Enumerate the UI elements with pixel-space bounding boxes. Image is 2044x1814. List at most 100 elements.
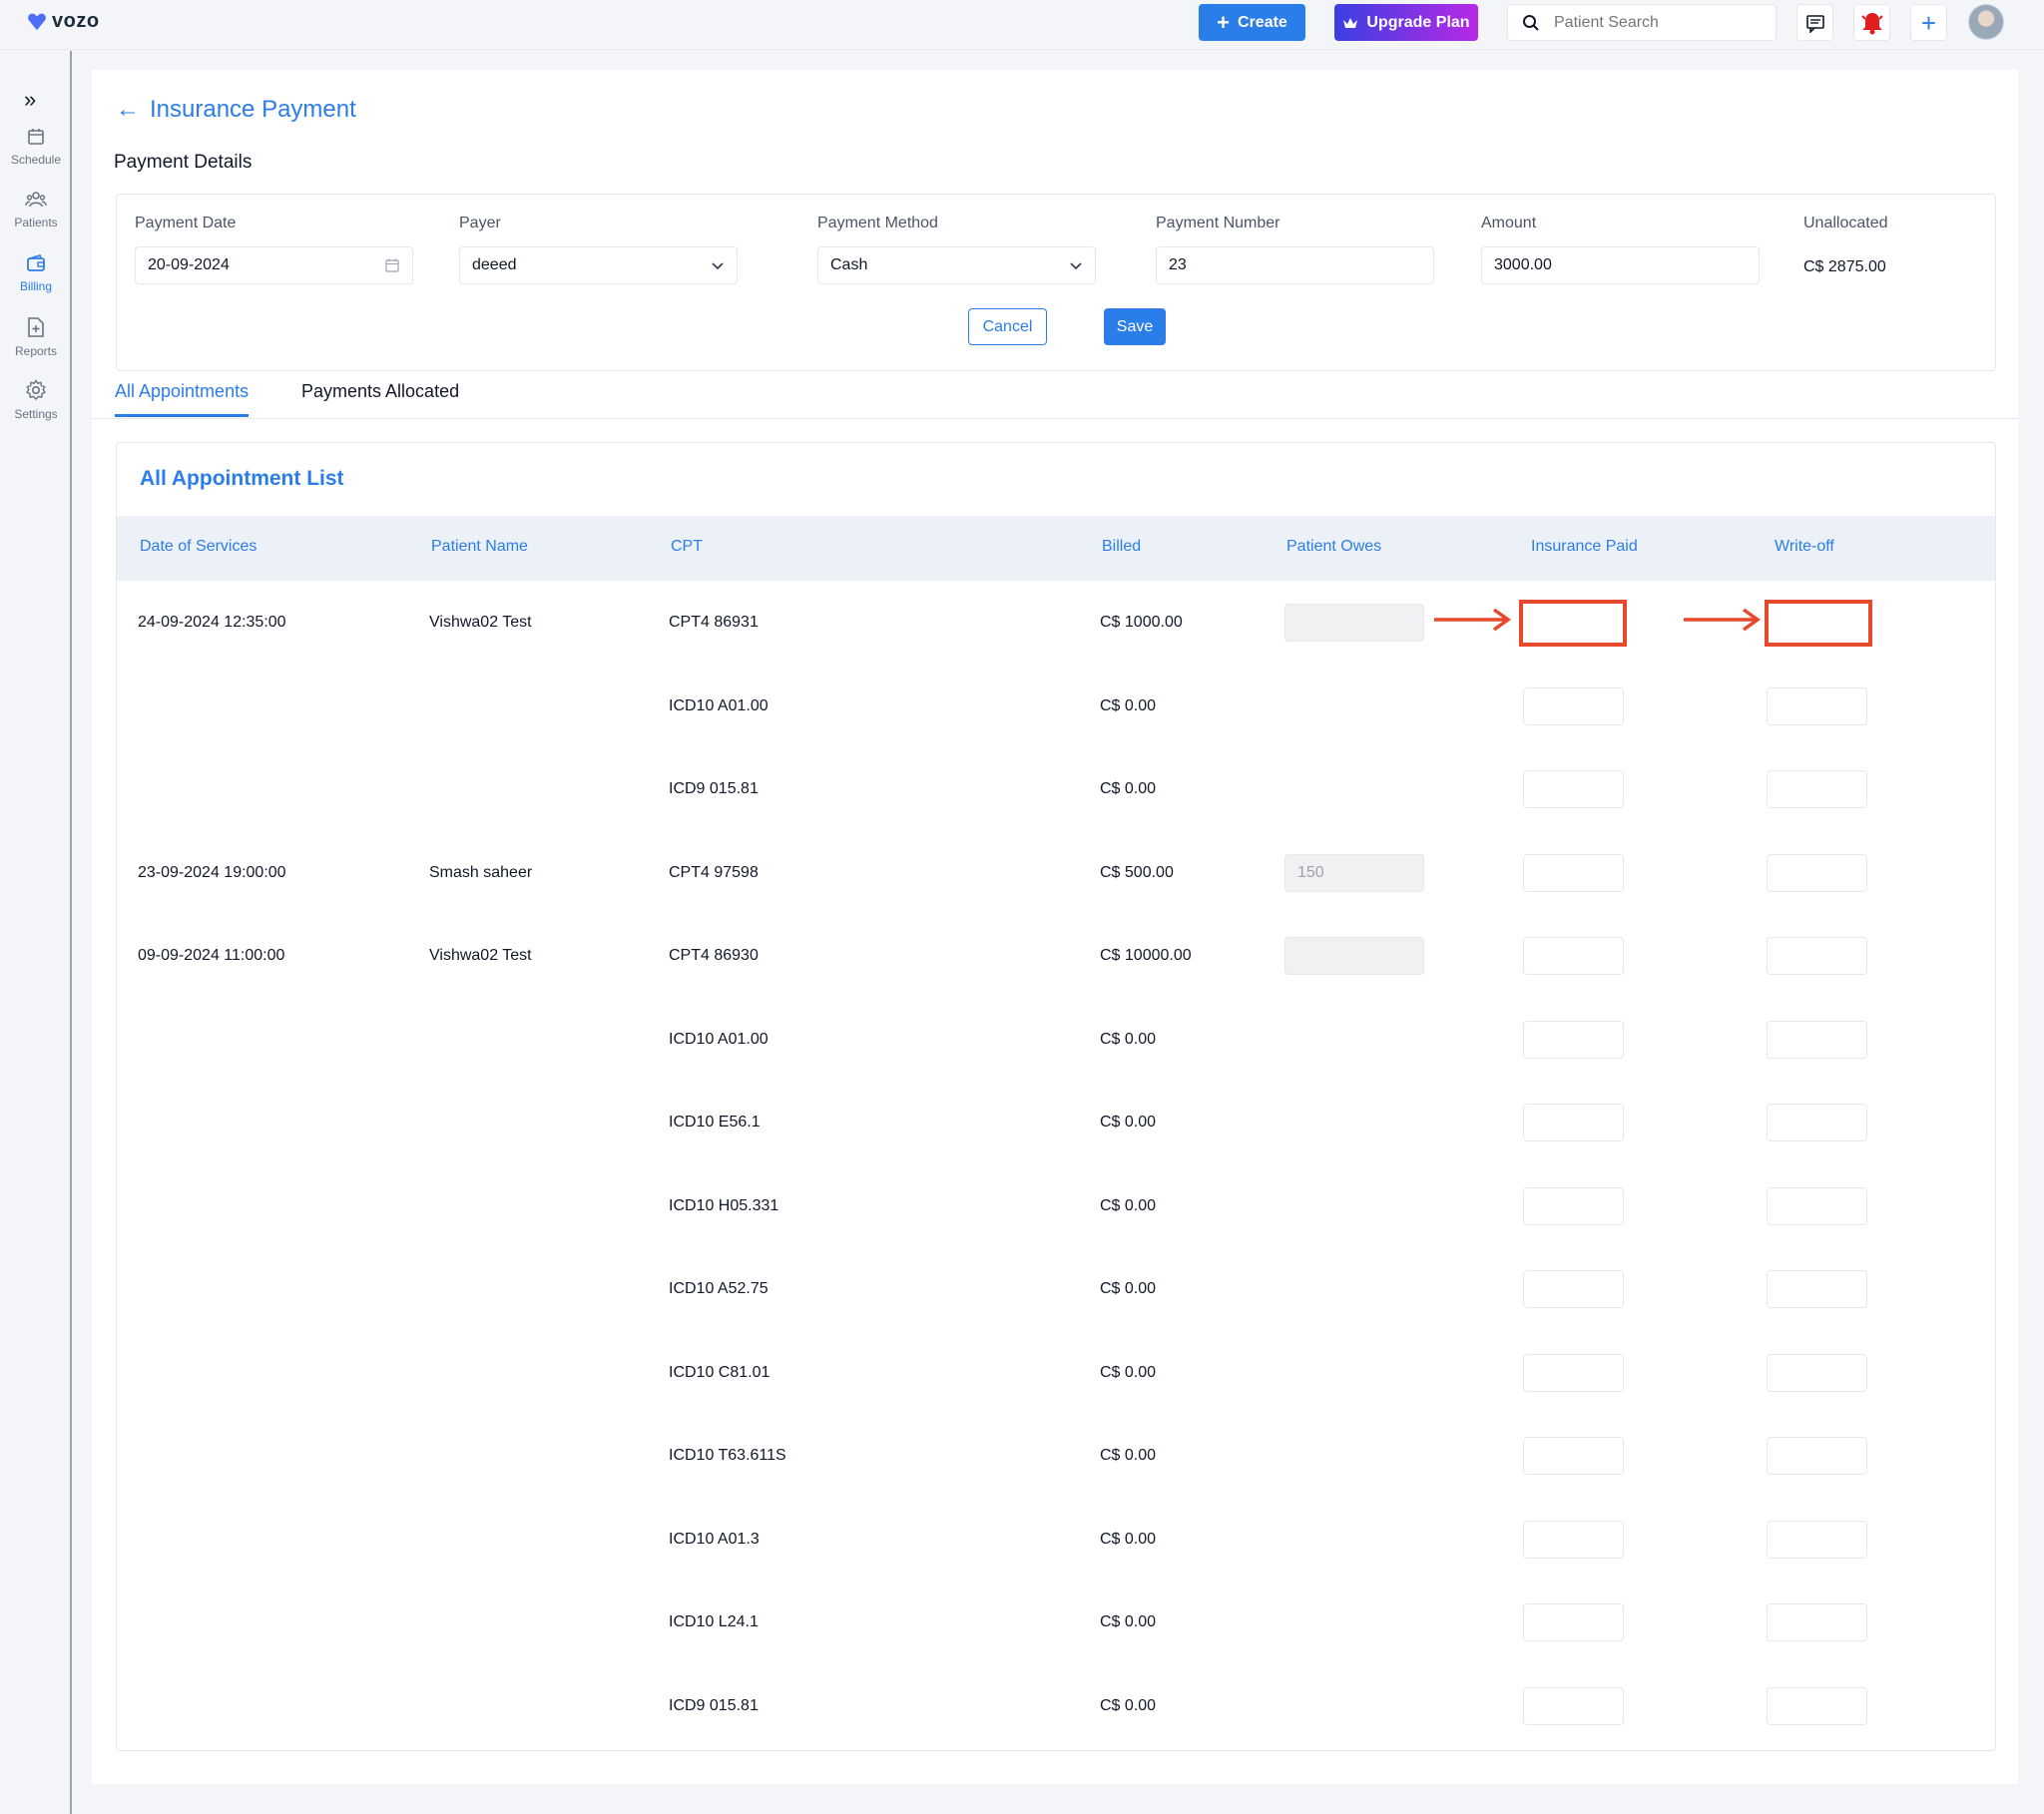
upgrade-plan-button[interactable]: Upgrade Plan (1334, 4, 1478, 41)
patient-search[interactable] (1507, 4, 1777, 41)
plus-icon: + (1920, 7, 1937, 38)
amount-value: 3000.00 (1494, 256, 1552, 273)
sidebar-item-billing[interactable]: Billing (0, 253, 72, 293)
payment-number-value: 23 (1169, 256, 1187, 273)
notifications-button[interactable] (1853, 4, 1890, 41)
payment-details-title: Payment Details (114, 152, 253, 173)
insurance-paid-input[interactable] (1523, 1437, 1624, 1475)
write-off-input[interactable] (1767, 937, 1867, 975)
table-row: 09-09-2024 11:00:00 Vishwa02 Test CPT4 869… (117, 924, 1995, 988)
heart-logo-icon (28, 13, 46, 30)
tab-all-appointments[interactable]: All Appointments (115, 381, 250, 417)
payment-details-form: Payment Date 20-09-2024 Payer deeed Paym… (116, 194, 1996, 371)
unallocated-label: Unallocated (1803, 215, 1888, 231)
patient-search-input[interactable] (1554, 13, 1754, 32)
amount-input[interactable]: 3000.00 (1481, 246, 1760, 284)
table-row: ICD10 A52.75 C$ 0.00 (117, 1257, 1995, 1321)
unallocated-value: C$ 2875.00 (1803, 258, 1886, 275)
insurance-paid-input[interactable] (1523, 1686, 1624, 1725)
column-header-patient: Patient Name (431, 538, 528, 555)
column-header-cpt: CPT (671, 538, 703, 555)
insurance-paid-input[interactable] (1523, 937, 1624, 975)
column-header-insurance-paid: Insurance Paid (1531, 538, 1638, 555)
cpt-code: ICD10 A01.3 (669, 1530, 760, 1548)
patient-name[interactable]: Vishwa02 Test (429, 924, 532, 988)
logo-text: vozo (52, 10, 100, 32)
arrow-right-icon (1432, 607, 1512, 638)
table-row: ICD10 C81.01 C$ 0.00 (117, 1341, 1995, 1405)
payment-date-input[interactable]: 20-09-2024 (135, 246, 413, 284)
insurance-paid-input[interactable] (1523, 1020, 1624, 1059)
tab-payments-allocated[interactable]: Payments Allocated (301, 381, 459, 414)
write-off-input[interactable] (1767, 686, 1867, 725)
plus-icon: + (1217, 9, 1231, 35)
sidebar-item-reports[interactable]: Reports (0, 316, 72, 358)
write-off-input[interactable] (1767, 1353, 1867, 1392)
payment-number-input[interactable]: 23 (1156, 246, 1434, 284)
insurance-paid-input[interactable] (1523, 853, 1624, 892)
write-off-input[interactable] (1767, 770, 1867, 808)
billed-amount: C$ 0.00 (1100, 1447, 1157, 1464)
user-avatar[interactable] (1968, 4, 2004, 40)
write-off-input[interactable] (1767, 1186, 1867, 1225)
patient-owes-value: 150 (1297, 863, 1324, 881)
insurance-paid-input[interactable] (1523, 1104, 1624, 1141)
sidebar-item-schedule[interactable]: Schedule (0, 127, 72, 167)
messages-button[interactable] (1796, 4, 1833, 41)
insurance-paid-input[interactable] (1523, 686, 1624, 725)
write-off-input[interactable] (1767, 1020, 1867, 1059)
billed-amount: C$ 0.00 (1100, 696, 1157, 714)
write-off-input[interactable] (1767, 1603, 1867, 1641)
patient-owes-field (1284, 604, 1424, 642)
back-arrow-icon[interactable]: ← (116, 96, 140, 124)
write-off-input[interactable] (1767, 1270, 1867, 1308)
table-row: ICD10 A01.00 C$ 0.00 (117, 1008, 1995, 1072)
gear-icon (25, 379, 47, 400)
cpt-code: CPT4 97598 (669, 863, 759, 881)
sidebar: » Schedule Patients Billing Reports Sett… (0, 51, 72, 1814)
arrow-right-icon (1682, 607, 1762, 638)
sidebar-item-settings[interactable]: Settings (0, 379, 72, 421)
insurance-paid-input[interactable] (1523, 1520, 1624, 1559)
quick-add-button[interactable]: + (1910, 4, 1947, 41)
appointment-list: All Appointment List Date of Services Pa… (116, 442, 1996, 1751)
sidebar-item-patients[interactable]: Patients (0, 190, 72, 229)
table-row: ICD9 015.81 C$ 0.00 (117, 757, 1995, 821)
payer-value: deeed (472, 256, 517, 273)
wallet-icon (27, 254, 45, 271)
payment-method-select[interactable]: Cash (817, 246, 1096, 284)
write-off-input[interactable] (1767, 1437, 1867, 1475)
app-logo[interactable]: vozo (26, 10, 100, 33)
write-off-input[interactable] (1767, 853, 1867, 892)
payment-method-label: Payment Method (817, 215, 938, 231)
write-off-input[interactable] (1767, 1686, 1867, 1725)
insurance-paid-input[interactable] (1523, 1270, 1624, 1308)
insurance-paid-input[interactable] (1523, 1353, 1624, 1392)
cpt-code: ICD10 H05.331 (669, 1196, 779, 1214)
create-button[interactable]: + Create (1199, 4, 1305, 41)
patient-name[interactable]: Vishwa02 Test (429, 591, 532, 655)
users-icon (25, 192, 47, 208)
insurance-paid-input[interactable] (1523, 770, 1624, 808)
page-bottom (74, 1784, 2044, 1814)
payment-method-field: Payment Method Cash (817, 215, 1096, 284)
patient-name[interactable]: Smash saheer (429, 841, 532, 905)
insurance-paid-input[interactable] (1519, 600, 1627, 647)
cancel-button[interactable]: Cancel (968, 308, 1047, 345)
insurance-paid-input[interactable] (1523, 1603, 1624, 1641)
payer-select[interactable]: deeed (459, 246, 738, 284)
cpt-code: CPT4 86930 (669, 947, 759, 964)
payer-label: Payer (459, 215, 501, 231)
insurance-paid-input[interactable] (1523, 1186, 1624, 1225)
expand-sidebar-icon[interactable]: » (24, 87, 36, 113)
cpt-code: ICD10 T63.611S (669, 1447, 786, 1464)
write-off-input[interactable] (1767, 1104, 1867, 1141)
billed-amount: C$ 0.00 (1100, 780, 1157, 797)
page-title: ← Insurance Payment (116, 96, 356, 124)
save-button[interactable]: Save (1104, 308, 1166, 345)
billed-amount: C$ 0.00 (1100, 1114, 1157, 1131)
sidebar-item-label: Reports (14, 344, 58, 358)
write-off-input[interactable] (1765, 600, 1872, 647)
write-off-input[interactable] (1767, 1520, 1867, 1559)
calendar-icon (385, 258, 399, 272)
